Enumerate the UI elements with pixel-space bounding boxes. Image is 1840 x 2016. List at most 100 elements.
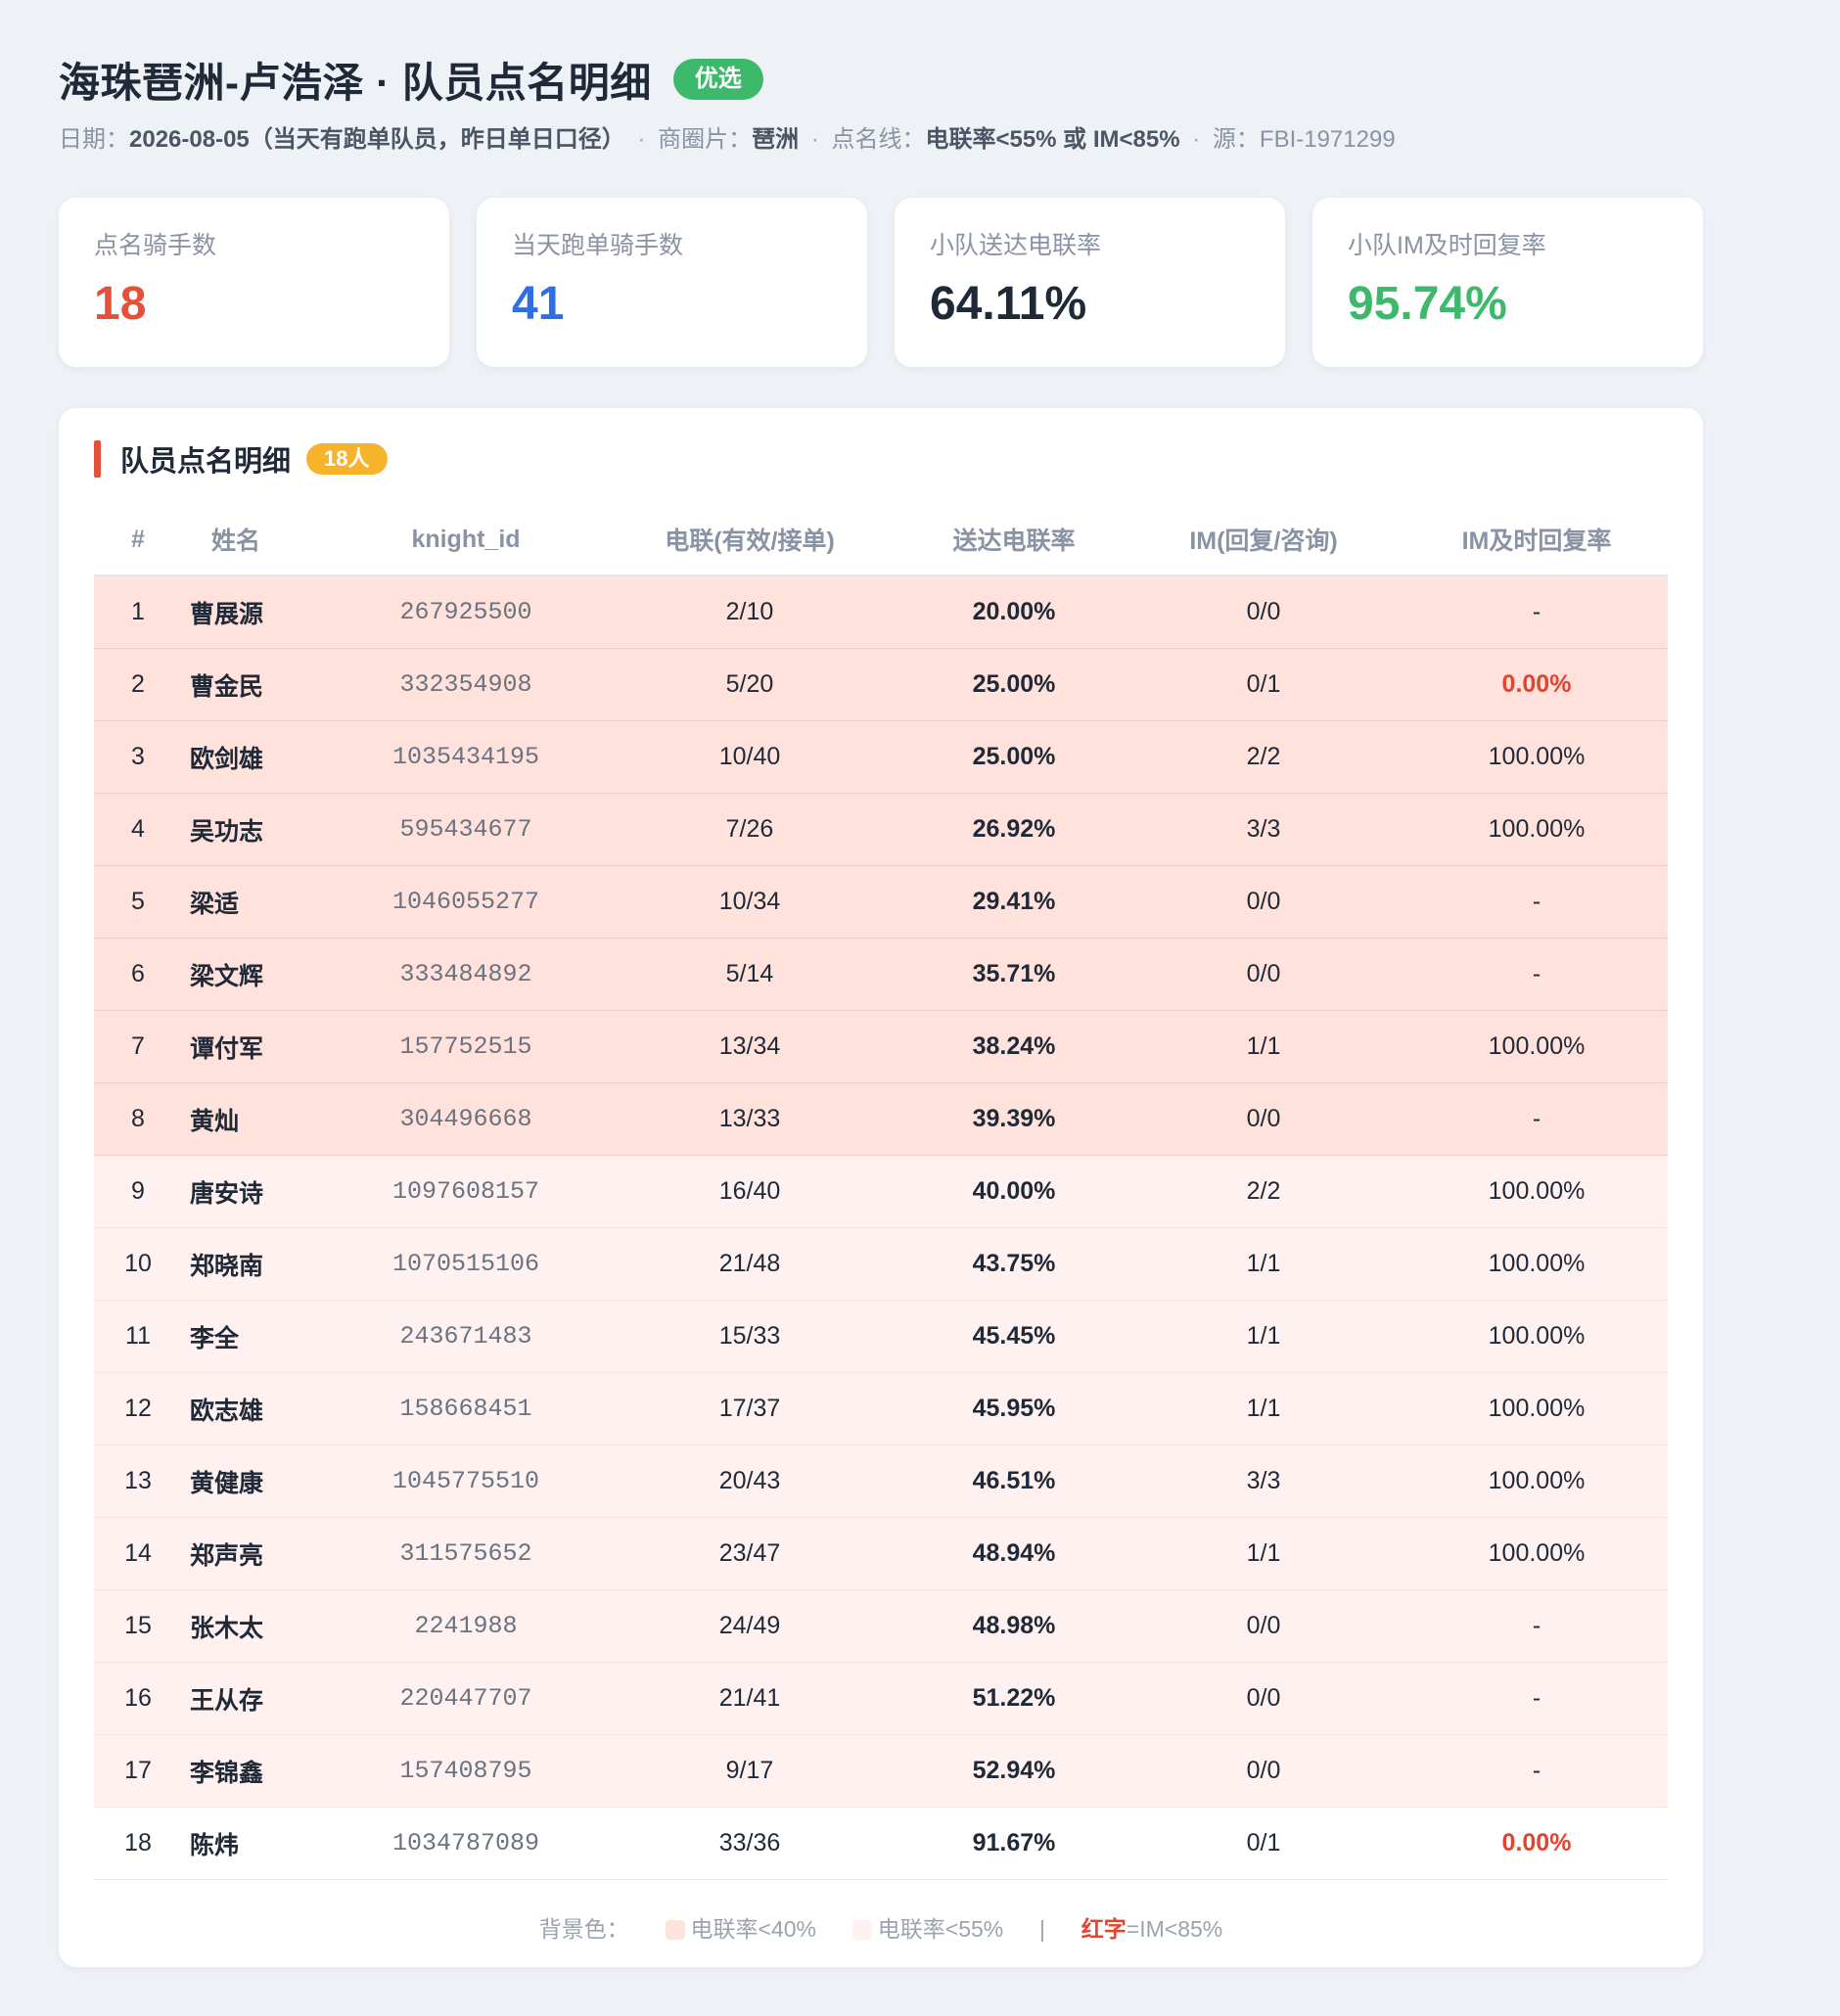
stat-cards: 点名骑手数 18 当天跑单骑手数 41 小队送达电联率 64.11% 小队IM及…: [59, 198, 1703, 367]
call-rate-value: 29.41%: [906, 865, 1122, 939]
knight-id: 1046055277: [339, 865, 593, 939]
knight-id: 311575652: [339, 1517, 593, 1590]
call-rate-value: 48.98%: [906, 1589, 1122, 1663]
calls-value: 21/41: [593, 1662, 906, 1735]
im-value: 1/1: [1122, 1010, 1405, 1083]
row-index: 6: [94, 938, 182, 1011]
knight-id: 333484892: [339, 938, 593, 1011]
stat-card-call-rate: 小队送达电联率 64.11%: [895, 198, 1285, 367]
source-text: 源：FBI-1971299: [1212, 126, 1396, 153]
meta-separator: ·: [637, 126, 646, 153]
knight-id: 2241988: [339, 1589, 593, 1663]
rider-name: 欧剑雄: [182, 720, 339, 794]
rider-name: 谭付军: [182, 1010, 339, 1083]
im-value: 1/1: [1122, 1227, 1405, 1301]
call-rate-value: 91.67%: [906, 1807, 1122, 1880]
im-rate-value: 0.00%: [1405, 648, 1668, 721]
rider-name: 吴功志: [182, 793, 339, 866]
knight-id: 157752515: [339, 1010, 593, 1083]
im-rate-value: 100.00%: [1405, 1444, 1668, 1518]
table-row: 4 吴功志 595434677 7/26 26.92% 3/3 100.00%: [94, 793, 1668, 866]
table-row: 14 郑声亮 311575652 23/47 48.94% 1/1 100.00%: [94, 1517, 1668, 1590]
preferred-badge: 优选: [672, 59, 763, 100]
knight-id: 1045775510: [339, 1444, 593, 1518]
row-index: 7: [94, 1010, 182, 1083]
knight-id: 1070515106: [339, 1227, 593, 1301]
im-rate-value: 100.00%: [1405, 1300, 1668, 1373]
im-value: 0/1: [1122, 648, 1405, 721]
call-rate-value: 25.00%: [906, 720, 1122, 794]
calls-value: 2/10: [593, 575, 906, 649]
accent-bar: [94, 440, 101, 478]
im-rate-value: -: [1405, 575, 1668, 649]
rider-name: 李全: [182, 1300, 339, 1373]
table-row: 7 谭付军 157752515 13/34 38.24% 1/1 100.00%: [94, 1010, 1668, 1083]
table-row: 15 张木太 2241988 24/49 48.98% 0/0-: [94, 1589, 1668, 1663]
report-meta: 日期：2026-08-05（当天有跑单队员，昨日单日口径） · 商圈片：琶洲 ·…: [59, 123, 1703, 157]
rider-name: 曹金民: [182, 648, 339, 721]
rider-name: 唐安诗: [182, 1155, 339, 1228]
im-value: 0/0: [1122, 575, 1405, 649]
call-rate-value: 52.94%: [906, 1734, 1122, 1808]
im-value: 0/0: [1122, 1589, 1405, 1663]
im-rate-value: 100.00%: [1405, 720, 1668, 794]
calls-value: 17/37: [593, 1372, 906, 1445]
table-row: 3 欧剑雄 1035434195 10/40 25.00% 2/2 100.00%: [94, 720, 1668, 794]
im-rate-value: 100.00%: [1405, 1372, 1668, 1445]
call-rate-value: 45.95%: [906, 1372, 1122, 1445]
im-value: 3/3: [1122, 1444, 1405, 1518]
rider-name: 李锦鑫: [182, 1734, 339, 1808]
table-row: 2 曹金民 332354908 5/20 25.00% 0/1 0.00%: [94, 648, 1668, 721]
im-value: 0/0: [1122, 1734, 1405, 1808]
threshold-value: 电联率<55% 或 IM<85%: [925, 126, 1180, 153]
table-row: 8 黄灿 304496668 13/33 39.39% 0/0-: [94, 1082, 1668, 1156]
knight-id: 1097608157: [339, 1155, 593, 1228]
knight-id: 332354908: [339, 648, 593, 721]
calls-value: 16/40: [593, 1155, 906, 1228]
knight-id: 304496668: [339, 1082, 593, 1156]
row-index: 5: [94, 865, 182, 939]
row-index: 14: [94, 1517, 182, 1590]
calls-value: 5/14: [593, 938, 906, 1011]
area-label: 商圈片：: [658, 126, 753, 153]
im-rate-value: -: [1405, 1662, 1668, 1735]
calls-value: 7/26: [593, 793, 906, 866]
legend-swatch-below-55: [851, 1920, 872, 1940]
legend-divider: |: [1039, 1916, 1046, 1942]
legend-item-below-40: 电联率<40%: [690, 1916, 816, 1942]
meta-separator: ·: [810, 126, 819, 153]
table-row: 13 黄健康 1045775510 20/43 46.51% 3/3 100.00%: [94, 1444, 1668, 1518]
row-index: 10: [94, 1227, 182, 1301]
table-row: 16 王从存 220447707 21/41 51.22% 0/0-: [94, 1662, 1668, 1735]
date-label: 日期：: [59, 126, 129, 153]
call-rate-value: 39.39%: [906, 1082, 1122, 1156]
table-row: 18 陈炜 1034787089 33/36 91.67% 0/1 0.00%: [94, 1807, 1668, 1880]
panel-header: 队员点名明细 18人: [94, 439, 1668, 479]
call-rate-value: 46.51%: [906, 1444, 1122, 1518]
rider-name: 郑声亮: [182, 1517, 339, 1590]
im-rate-value: 100.00%: [1405, 1517, 1668, 1590]
im-value: 1/1: [1122, 1372, 1405, 1445]
im-rate-value: 100.00%: [1405, 793, 1668, 866]
calls-value: 15/33: [593, 1300, 906, 1373]
title-row: 海珠琶洲-卢浩泽 · 队员点名明细 优选: [59, 49, 1703, 110]
call-rate-value: 40.00%: [906, 1155, 1122, 1228]
row-index: 4: [94, 793, 182, 866]
rider-name: 郑晓南: [182, 1227, 339, 1301]
legend-swatch-below-40: [665, 1920, 685, 1940]
im-value: 1/1: [1122, 1300, 1405, 1373]
row-index: 1: [94, 575, 182, 649]
call-rate-value: 38.24%: [906, 1010, 1122, 1083]
table-row: 9 唐安诗 1097608157 16/40 40.00% 2/2 100.00%: [94, 1155, 1668, 1228]
call-rate-value: 48.94%: [906, 1517, 1122, 1590]
calls-value: 20/43: [593, 1444, 906, 1518]
column-header-im-rate: IM及时回复率: [1405, 504, 1668, 576]
table-row: 17 李锦鑫 157408795 9/17 52.94% 0/0-: [94, 1734, 1668, 1808]
color-legend: 背景色： 电联率<40% 电联率<55% | 红字=IM<85%: [59, 1910, 1703, 1944]
stat-label: 小队IM及时回复率: [1348, 232, 1546, 259]
rider-name: 张木太: [182, 1589, 339, 1663]
rider-name: 黄健康: [182, 1444, 339, 1518]
im-rate-value: 100.00%: [1405, 1155, 1668, 1228]
rider-name: 曹展源: [182, 575, 339, 649]
table-row: 6 梁文辉 333484892 5/14 35.71% 0/0-: [94, 938, 1668, 1011]
